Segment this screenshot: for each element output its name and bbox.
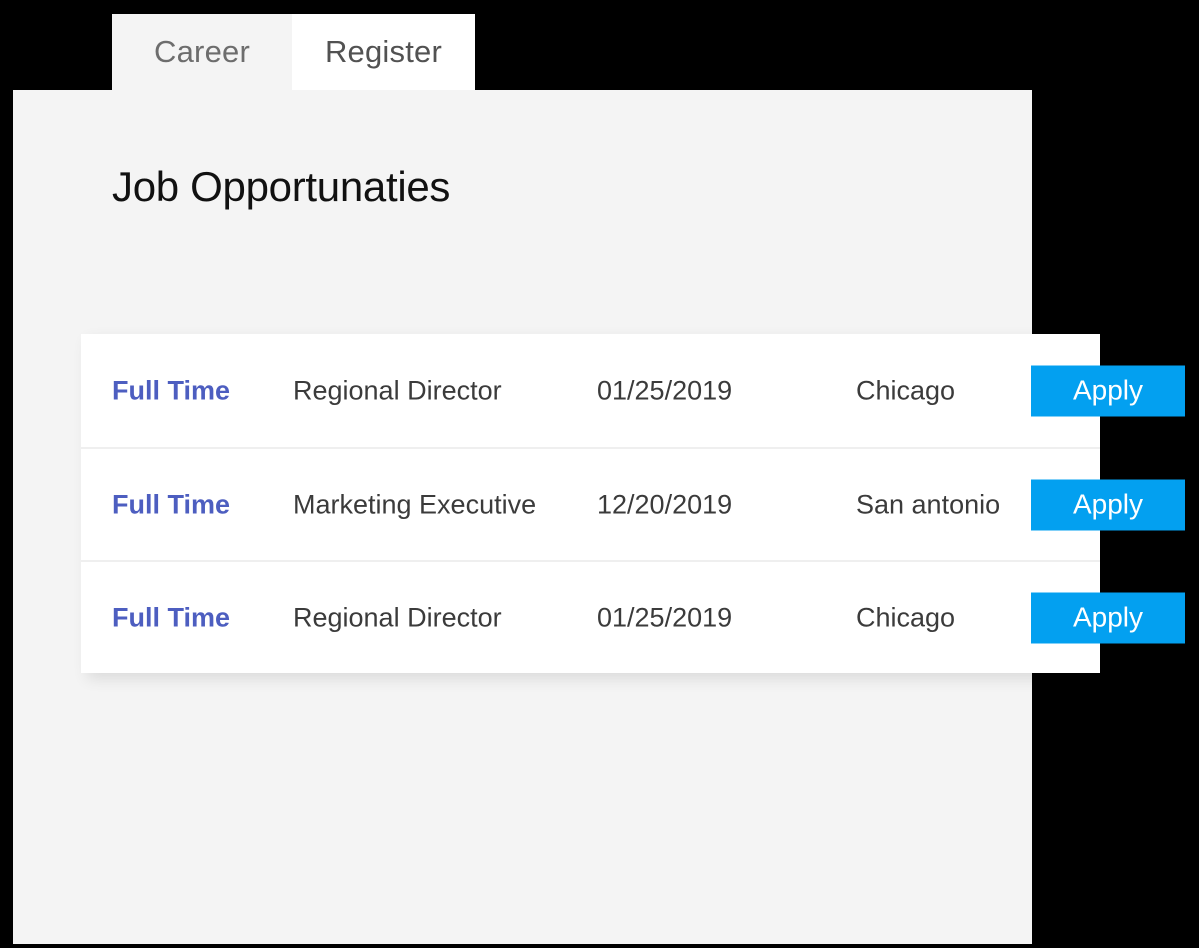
tab-bar: Career Register [112,14,475,90]
cell-date-opened: 01/25/2019 [597,375,733,405]
tab-register-label: Register [324,34,443,69]
table-row[interactable]: Full Time Marketing Executive 12/20/2019… [81,447,1185,560]
table-row[interactable]: Full Time Regional Director 01/25/2019 C… [81,560,1185,673]
tab-career-label: Career [154,34,250,69]
tab-register[interactable]: Register [292,14,475,90]
apply-button[interactable]: Apply [1031,592,1185,643]
page-title: Job Opportunaties [112,163,451,210]
tab-career[interactable]: Career [112,14,292,90]
cell-posting-title: Regional Director [293,602,502,632]
cell-job-type: Full Time [112,489,231,519]
cell-job-type: Full Time [112,602,231,632]
cell-city: Chicago [856,602,956,632]
cell-city: San antonio [856,489,1001,519]
apply-button[interactable]: Apply [1031,479,1185,530]
table-row[interactable]: Full Time Regional Director 01/25/2019 C… [81,334,1185,447]
cell-job-type: Full Time [112,375,231,405]
job-listings-table: Full Time Regional Director 01/25/2019 C… [81,334,1185,673]
cell-posting-title: Marketing Executive [293,489,537,519]
cell-date-opened: 12/20/2019 [597,489,733,519]
cell-city: Chicago [856,375,956,405]
cell-date-opened: 01/25/2019 [597,602,733,632]
apply-button[interactable]: Apply [1031,365,1185,416]
cell-posting-title: Regional Director [293,375,502,405]
